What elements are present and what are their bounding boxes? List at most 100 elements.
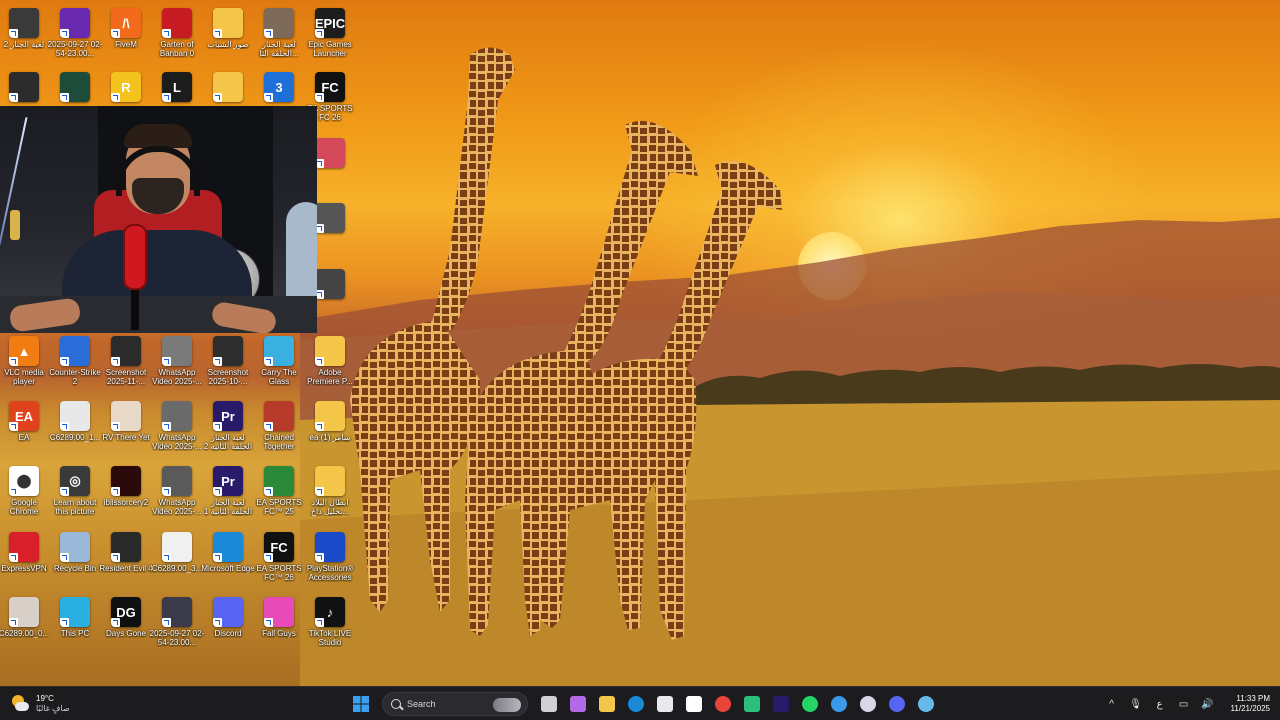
desktop-icon[interactable]: R <box>100 72 152 104</box>
taskbar-app-button[interactable] <box>624 692 648 716</box>
desktop-icon[interactable]: EA EA <box>0 401 50 442</box>
desktop-icon[interactable]: L <box>151 72 203 104</box>
taskbar-app-button[interactable] <box>885 692 909 716</box>
desktop-icon[interactable]: Pr لعبة الجنار الحلقة الثانية 2 <box>202 401 254 451</box>
desktop-icon[interactable]: WhatsApp Video 2025-... <box>151 466 203 516</box>
desktop-icon[interactable]: ea سامر (1) <box>304 401 356 442</box>
desktop-icon[interactable]: C6289.00_3... <box>151 532 203 573</box>
start-button[interactable] <box>349 692 373 716</box>
taskbar-app-button[interactable] <box>827 692 851 716</box>
shortcut-arrow-icon <box>315 553 324 562</box>
taskbar-app-button[interactable] <box>711 692 735 716</box>
desktop-icon-label: Microsoft Edge <box>201 564 255 573</box>
desktop-icon[interactable] <box>0 72 50 104</box>
desktop-icon[interactable]: لعبة الجنار الحلقة الثا... <box>253 8 305 58</box>
desktop-icon-image: ▲ <box>9 336 39 366</box>
desktop-icon[interactable]: Counter-Strike 2 <box>49 336 101 386</box>
shortcut-arrow-icon <box>315 487 324 496</box>
shortcut-arrow-icon <box>213 93 222 102</box>
desktop-icon[interactable]: Screenshot 2025-11-... <box>100 336 152 386</box>
desktop-icon-image: FC <box>264 532 294 562</box>
desktop-icon[interactable]: ▲ VLC media player <box>0 336 50 386</box>
display-icon[interactable]: ▭ <box>1177 699 1191 710</box>
desktop-icon[interactable]: Microsoft Edge <box>201 532 255 573</box>
clock-date: 11/21/2025 <box>1230 704 1270 713</box>
desktop-icon-label: Counter-Strike 2 <box>49 368 101 386</box>
shortcut-arrow-icon <box>264 93 273 102</box>
desktop-icon[interactable]: Chained Together <box>253 401 305 451</box>
taskbar-app-button[interactable] <box>537 692 561 716</box>
desktop-icon[interactable]: ♪ TikTok LIVE Studio <box>304 597 356 647</box>
desktop-icon[interactable]: Recycle Bin <box>49 532 101 573</box>
desktop-icon[interactable]: RV There Yet <box>100 401 152 442</box>
desktop-icon[interactable]: FC EA SPORTS FC™ 26 <box>253 532 305 582</box>
desktop-icon[interactable]: C6289.00_0... <box>0 597 50 638</box>
tray-overflow-chevron-icon[interactable]: ^ <box>1105 699 1119 710</box>
desktop-icon-image: EPIC <box>315 8 345 38</box>
desktop-icon-label: iblissorcery2 <box>103 498 149 507</box>
desktop-icon[interactable]: Pr لعبة الجنار الحلقة الثانية 1 <box>202 466 254 516</box>
desktop-icon[interactable]: EPIC Epic Games Launcher <box>304 8 356 58</box>
desktop-icon-label: لعبة الجنار الحلقة الثا... <box>259 40 299 58</box>
desktop-icon[interactable]: Resident Evil 4 <box>99 532 153 573</box>
taskbar-app-button[interactable] <box>798 692 822 716</box>
desktop-icon[interactable]: C6289.00_1... <box>49 401 101 442</box>
language-indicator[interactable]: ع <box>1153 699 1167 710</box>
taskbar: 19°C صافٍ غالبًا Search ^ 🎙 ع ▭ 🔊 11:33 … <box>0 686 1280 720</box>
taskbar-app-button[interactable] <box>740 692 764 716</box>
taskbar-app-button[interactable] <box>566 692 590 716</box>
search-highlight-icon <box>493 698 521 712</box>
desktop-icon-image <box>315 466 345 496</box>
desktop-icon-image <box>264 8 294 38</box>
task-view-icon <box>541 696 557 712</box>
desktop-icon[interactable]: PlayStation® Accessories <box>304 532 356 582</box>
desktop-icon[interactable]: ابطال البلاد تحليل داخ... <box>304 466 356 516</box>
shortcut-arrow-icon <box>264 422 273 431</box>
desktop-icon[interactable]: ⬤ Google Chrome <box>0 466 50 516</box>
desktop-icon[interactable]: ExpressVPN <box>0 532 50 573</box>
desktop-icon[interactable]: This PC <box>49 597 101 638</box>
volume-icon[interactable]: 🔊 <box>1201 699 1215 710</box>
taskbar-app-button[interactable] <box>653 692 677 716</box>
app-icon <box>686 696 702 712</box>
desktop-icon[interactable]: Fall Guys <box>253 597 305 638</box>
desktop-icon[interactable]: iblissorcery2 <box>100 466 152 507</box>
desktop-icon[interactable] <box>49 72 101 104</box>
desktop-icon-image: ♪ <box>315 597 345 627</box>
desktop-icon[interactable] <box>202 72 254 104</box>
microphone-icon[interactable]: 🎙 <box>1129 699 1143 710</box>
taskbar-app-button[interactable] <box>682 692 706 716</box>
desktop-icon-label: Discord <box>214 629 242 638</box>
desktop-icon[interactable]: EA SPORTS FC™ 25 <box>253 466 305 516</box>
clock[interactable]: 11:33 PM 11/21/2025 <box>1231 694 1270 714</box>
desktop-icon[interactable]: Adobe Premiere P... <box>304 336 356 386</box>
desktop-icon[interactable]: /\ FiveM <box>100 8 152 49</box>
desktop-icon[interactable]: DG Days Gone <box>100 597 152 638</box>
desktop-icon[interactable]: WhatsApp Video 2025-... <box>151 336 203 386</box>
desktop-icon-image <box>213 597 243 627</box>
shortcut-arrow-icon <box>60 93 69 102</box>
desktop-icon[interactable]: Garten of Banban 0 <box>151 8 203 58</box>
weather-widget[interactable]: 19°C صافٍ غالبًا <box>10 689 70 719</box>
desktop-icon-image <box>162 401 192 431</box>
taskbar-app-button[interactable] <box>595 692 619 716</box>
desktop-icon[interactable]: WhatsApp Video 2025-... <box>151 401 203 451</box>
desktop-icon[interactable]: لعبة الجنار 2 <box>0 8 50 49</box>
desktop-icon[interactable]: Screenshot 2025-10-... <box>202 336 254 386</box>
desktop-icon[interactable]: 3 <box>253 72 305 104</box>
desktop-icon[interactable]: ◎ Learn about this picture <box>49 466 101 516</box>
shortcut-arrow-icon <box>264 29 273 38</box>
search-box[interactable]: Search <box>382 692 528 716</box>
desktop-icon-label: WhatsApp Video 2025-... <box>152 433 202 451</box>
taskbar-app-button[interactable] <box>856 692 880 716</box>
taskbar-app-button[interactable] <box>769 692 793 716</box>
desktop-icon[interactable]: صور الشباب <box>202 8 254 49</box>
shortcut-arrow-icon <box>315 93 324 102</box>
desktop-icon[interactable]: 2025-09-27 02-54-23.00... <box>150 597 204 647</box>
taskbar-app-button[interactable] <box>914 692 938 716</box>
bottle <box>10 210 20 240</box>
desktop-icon[interactable]: 2025-09-27 02-54-23.00... <box>48 8 102 58</box>
desktop-icon[interactable]: Discord <box>202 597 254 638</box>
desktop-icon[interactable]: Carry The Glass <box>253 336 305 386</box>
desktop-icon-label: صور الشباب <box>207 40 249 49</box>
